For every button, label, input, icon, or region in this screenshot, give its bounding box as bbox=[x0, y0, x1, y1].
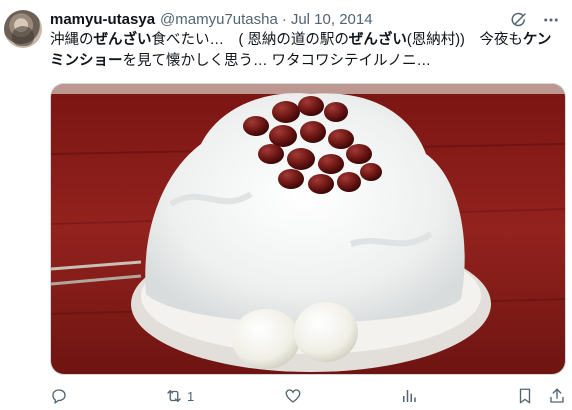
highlight-kenmin: ケン bbox=[522, 32, 552, 48]
highlight-zenzai: ぜんざい bbox=[93, 32, 152, 48]
tweet-card[interactable]: mamyu-utasya @mamyu7utasha · Jul 10, 201… bbox=[0, 0, 572, 410]
share-icon bbox=[550, 388, 564, 403]
reply-icon bbox=[52, 389, 66, 405]
author-name[interactable]: mamyu-utasya bbox=[50, 11, 155, 28]
more-options-icon[interactable] bbox=[542, 11, 560, 29]
bookmark-button[interactable] bbox=[516, 386, 534, 406]
tweet-text: 沖縄のぜんざい食べたい… ( 恩納の道の駅のぜんざい(恩納村)) 今夜もケン ミン… bbox=[50, 32, 552, 69]
views-button[interactable] bbox=[400, 386, 418, 406]
bookmark-icon bbox=[519, 388, 531, 404]
reply-button[interactable] bbox=[50, 386, 68, 406]
retweet-count: 1 bbox=[187, 388, 195, 404]
avatar[interactable] bbox=[4, 10, 42, 48]
tweet-header: mamyu-utasya @mamyu7utasha · Jul 10, 201… bbox=[50, 9, 560, 29]
retweet-button[interactable]: 1 bbox=[165, 386, 194, 406]
highlight-kenmin: ミンショー bbox=[50, 53, 123, 69]
share-button[interactable] bbox=[548, 386, 566, 406]
separator-dot: · bbox=[281, 10, 287, 28]
tweet-actions: 1 bbox=[50, 384, 566, 408]
tweet-date[interactable]: Jul 10, 2014 bbox=[291, 11, 373, 28]
shaved-ice-zenzai-photo bbox=[51, 84, 565, 374]
author-handle[interactable]: @mamyu7utasha bbox=[160, 11, 278, 28]
tweet-photo[interactable] bbox=[50, 83, 566, 375]
highlight-zenzai: ぜんざい bbox=[348, 32, 407, 48]
heart-icon bbox=[285, 389, 301, 403]
views-icon bbox=[403, 390, 416, 402]
like-button[interactable] bbox=[284, 386, 302, 406]
retweet-icon bbox=[167, 390, 181, 402]
grok-icon[interactable] bbox=[510, 11, 528, 29]
